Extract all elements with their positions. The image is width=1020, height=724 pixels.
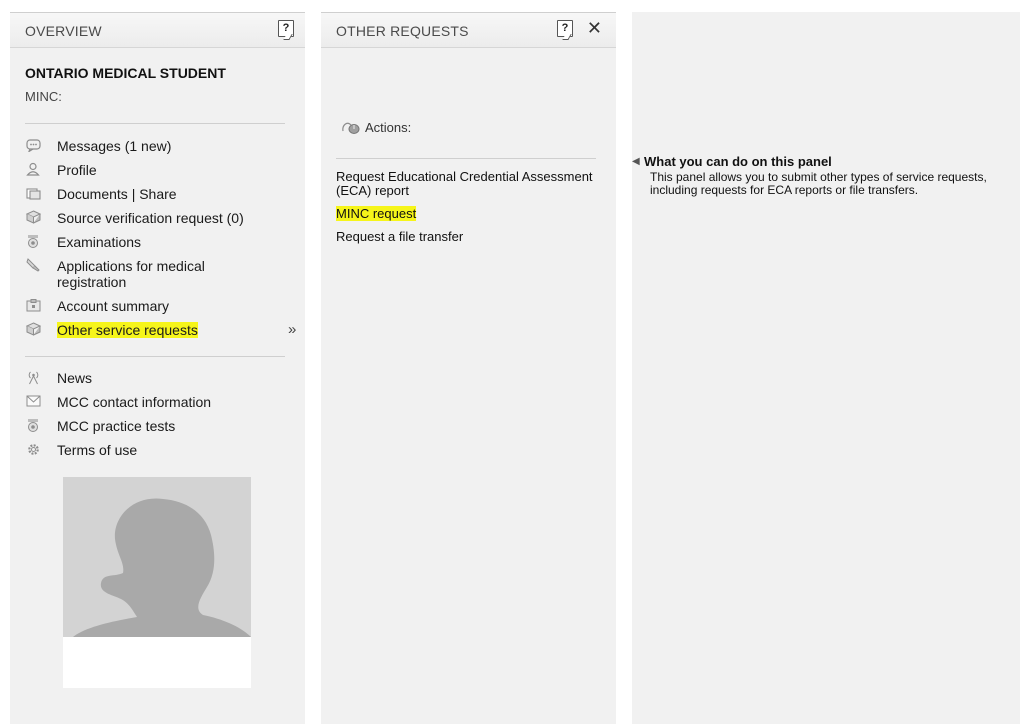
applications-icon bbox=[25, 258, 41, 272]
actions-header: Actions: bbox=[341, 119, 411, 135]
menu-item-terms[interactable]: Terms of use bbox=[25, 438, 211, 462]
request-list: Request Educational Credential Assessmen… bbox=[336, 170, 596, 253]
other-requests-header: OTHER REQUESTS ? ✕ bbox=[321, 12, 616, 48]
menu-item-label: Source verification request (0) bbox=[57, 210, 244, 226]
divider bbox=[336, 158, 596, 159]
overview-panel: OVERVIEW ? ONTARIO MEDICAL STUDENT MINC:… bbox=[10, 12, 305, 724]
other-requests-help-button[interactable]: ? bbox=[557, 20, 573, 37]
avatar-silhouette-icon bbox=[73, 498, 251, 637]
user-minc: MINC: bbox=[25, 89, 62, 104]
menu-item-label: MCC practice tests bbox=[57, 418, 176, 434]
account-icon bbox=[25, 298, 41, 312]
overview-menu-primary: Messages (1 new) Profile Documents | Sha… bbox=[25, 134, 296, 342]
menu-item-contact[interactable]: MCC contact information bbox=[25, 390, 211, 414]
menu-item-label: Messages (1 new) bbox=[57, 138, 172, 154]
menu-item-label: Examinations bbox=[57, 234, 142, 250]
actions-label: Actions: bbox=[365, 119, 412, 135]
request-label: Request a file transfer bbox=[336, 229, 464, 244]
help-text: This panel allows you to submit other ty… bbox=[650, 170, 987, 197]
news-icon bbox=[25, 370, 41, 384]
help-box: ◀ What you can do on this panel This pan… bbox=[632, 154, 1020, 197]
menu-item-label: Documents | Share bbox=[57, 186, 177, 202]
chevron-right-icon[interactable]: » bbox=[288, 321, 296, 338]
user-name: ONTARIO MEDICAL STUDENT bbox=[25, 65, 226, 81]
verification-icon bbox=[25, 210, 41, 224]
other-requests-panel: OTHER REQUESTS ? ✕ Actions: Request Educ… bbox=[321, 12, 616, 724]
practice-tests-icon bbox=[25, 418, 41, 432]
request-eca-report[interactable]: Request Educational Credential Assessmen… bbox=[336, 170, 596, 198]
menu-item-documents[interactable]: Documents | Share bbox=[25, 182, 244, 206]
overview-header: OVERVIEW ? bbox=[10, 12, 305, 48]
menu-item-examinations[interactable]: Examinations bbox=[25, 230, 244, 254]
menu-item-label: Terms of use bbox=[57, 442, 138, 458]
menu-item-label: MCC contact information bbox=[57, 394, 212, 410]
menu-item-label: News bbox=[57, 370, 93, 386]
menu-item-other-service-requests[interactable]: Other service requests » bbox=[25, 318, 296, 342]
request-minc[interactable]: MINC request bbox=[336, 206, 596, 221]
divider bbox=[25, 123, 285, 124]
overview-menu-secondary: News MCC contact information MCC practic… bbox=[25, 366, 211, 462]
menu-item-label: Account summary bbox=[57, 298, 170, 314]
request-label: Request Educational Credential Assessmen… bbox=[336, 169, 593, 198]
overview-title: OVERVIEW bbox=[25, 23, 102, 39]
arrow-left-icon: ◀ bbox=[632, 156, 640, 167]
overview-help-button[interactable]: ? bbox=[278, 20, 294, 37]
menu-item-applications[interactable]: Applications for medical registration bbox=[25, 254, 244, 294]
help-title-row[interactable]: ◀ What you can do on this panel bbox=[632, 154, 1020, 169]
menu-item-label: Profile bbox=[57, 162, 97, 178]
menu-item-practice-tests[interactable]: MCC practice tests bbox=[25, 414, 211, 438]
request-label: MINC request bbox=[336, 206, 417, 221]
help-title: What you can do on this panel bbox=[644, 154, 832, 169]
examinations-icon bbox=[25, 234, 41, 248]
mail-icon bbox=[25, 394, 41, 408]
avatar bbox=[63, 477, 251, 637]
menu-item-label: Other service requests bbox=[57, 322, 198, 338]
menu-item-label: Applications for medical registration bbox=[57, 258, 205, 290]
menu-item-news[interactable]: News bbox=[25, 366, 211, 390]
profile-icon bbox=[25, 162, 41, 176]
actions-mouse-icon bbox=[341, 119, 360, 135]
help-panel: ◀ What you can do on this panel This pan… bbox=[632, 12, 1020, 724]
request-file-transfer[interactable]: Request a file transfer bbox=[336, 230, 596, 244]
menu-item-messages[interactable]: Messages (1 new) bbox=[25, 134, 244, 158]
menu-item-source-verification[interactable]: Source verification request (0) bbox=[25, 206, 244, 230]
gear-icon bbox=[25, 442, 41, 456]
profile-photo bbox=[63, 477, 251, 688]
divider bbox=[25, 356, 285, 357]
other-requests-title: OTHER REQUESTS bbox=[336, 23, 469, 39]
message-icon bbox=[25, 138, 41, 152]
menu-item-account-summary[interactable]: Account summary bbox=[25, 294, 244, 318]
close-icon[interactable]: ✕ bbox=[587, 19, 602, 37]
documents-icon bbox=[25, 186, 41, 200]
service-requests-icon bbox=[25, 322, 41, 336]
menu-item-profile[interactable]: Profile bbox=[25, 158, 244, 182]
